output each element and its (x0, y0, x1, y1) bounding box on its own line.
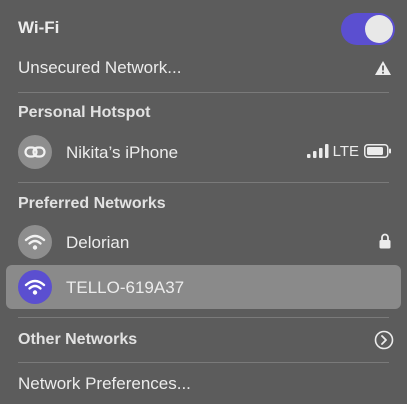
toggle-knob (365, 15, 393, 43)
network-name: TELLO-619A37 (66, 278, 185, 297)
wifi-title: Wi-Fi (18, 18, 60, 37)
network-preferences-label: Network Preferences... (18, 374, 191, 393)
separator (18, 92, 389, 93)
lock-icon (379, 233, 391, 254)
preferred-section-header: Preferred Networks (18, 195, 166, 212)
wifi-menu: Wi-Fi Unsecured Network... Personal Hots… (0, 0, 407, 404)
chevron-right-circle-icon (374, 330, 394, 355)
network-name: Delorian (66, 233, 130, 252)
wifi-icon (18, 270, 52, 304)
network-item-delorian[interactable]: Delorian (0, 222, 407, 264)
separator (18, 182, 389, 183)
separator (18, 317, 389, 318)
hotspot-section-header: Personal Hotspot (18, 104, 151, 121)
hotspot-name: Nikita’s iPhone (66, 143, 179, 162)
battery-icon (364, 144, 392, 163)
separator (18, 362, 389, 363)
hotspot-item[interactable]: Nikita’s iPhone LTE (0, 131, 407, 173)
network-item-tello[interactable]: TELLO-619A37 (0, 265, 407, 309)
wifi-toggle[interactable] (341, 13, 395, 45)
other-networks-label: Other Networks (18, 331, 138, 348)
network-preferences-item[interactable]: Network Preferences... (0, 368, 407, 400)
other-networks-item[interactable]: Other Networks (0, 325, 407, 357)
unsecured-network-label: Unsecured Network... (18, 58, 182, 77)
link-icon (18, 135, 52, 169)
cellular-signal-icon (307, 144, 331, 163)
warning-icon (374, 60, 392, 81)
network-type-label: LTE (332, 143, 359, 160)
unsecured-network-item[interactable]: Unsecured Network... (0, 52, 407, 86)
wifi-icon (18, 225, 52, 259)
